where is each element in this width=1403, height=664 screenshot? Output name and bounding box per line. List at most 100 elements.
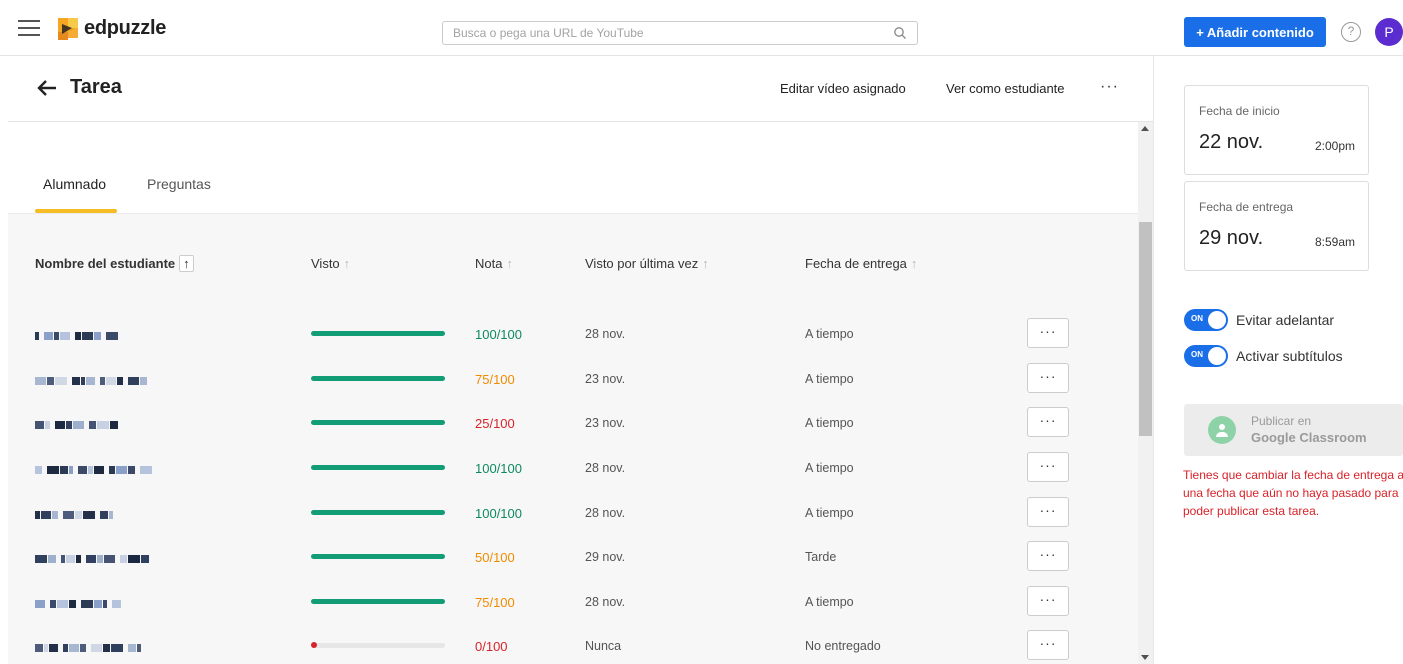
student-name-redacted[interactable] (35, 511, 114, 519)
due-date-card[interactable]: Fecha de entrega 29 nov. 8:59am (1184, 181, 1369, 271)
progress-fill (311, 376, 445, 381)
scroll-thumb[interactable] (1139, 222, 1152, 436)
prevent-skipping-toggle[interactable]: ON (1184, 309, 1228, 331)
due-status-value: A tiempo (805, 595, 854, 609)
add-content-button[interactable]: + Añadir contenido (1184, 17, 1326, 47)
row-more-options-button[interactable]: ··· (1027, 452, 1069, 482)
sort-arrow-icon[interactable]: ↑ (506, 256, 513, 271)
redacted-block (81, 600, 93, 608)
sort-arrow-icon[interactable]: ↑ (344, 256, 351, 271)
col-student-name-label: Nombre del estudiante (35, 256, 176, 271)
tab-bar: Alumnado Preguntas (8, 122, 1138, 214)
grade-value[interactable]: 100/100 (475, 327, 522, 342)
search-icon[interactable] (893, 26, 907, 40)
redacted-block (89, 421, 96, 429)
redacted-block (54, 332, 59, 340)
last-seen-value: 28 nov. (585, 506, 626, 520)
redacted-block (82, 332, 93, 340)
sort-arrow-icon[interactable]: ↑ (702, 256, 709, 271)
row-more-options-button[interactable]: ··· (1027, 586, 1069, 616)
sort-arrow-icon[interactable]: ↑ (911, 256, 918, 271)
due-status-value: A tiempo (805, 506, 854, 520)
watched-progress-bar (311, 554, 445, 559)
start-date-value: 22 nov. (1199, 131, 1264, 153)
redacted-block (117, 377, 123, 385)
redacted-block (140, 466, 152, 474)
subtitles-toggle[interactable]: ON (1184, 345, 1228, 367)
more-options-icon[interactable]: ··· (1100, 78, 1119, 96)
student-view-link[interactable]: Ver como estudiante (946, 81, 1065, 96)
redacted-block (94, 466, 104, 474)
table-row: 25/100 23 nov. A tiempo ··· (8, 407, 1138, 451)
row-more-options-button[interactable]: ··· (1027, 630, 1069, 660)
grade-value[interactable]: 50/100 (475, 550, 515, 565)
grade-value[interactable]: 100/100 (475, 461, 522, 476)
main-content: Tarea Editar vídeo asignado Ver como est… (8, 56, 1153, 664)
redacted-block (76, 555, 81, 563)
hamburger-menu-icon[interactable] (18, 20, 40, 36)
edpuzzle-logo[interactable]: edpuzzle (54, 13, 166, 43)
col-grade[interactable]: Nota ↑ (475, 256, 513, 271)
grade-value[interactable]: 75/100 (475, 372, 515, 387)
tab-questions[interactable]: Preguntas (147, 176, 211, 192)
student-name-redacted[interactable] (35, 644, 142, 652)
col-due-date[interactable]: Fecha de entrega ↑ (805, 256, 917, 271)
students-table: Nombre del estudiante ↑ Visto ↑ Nota ↑ Vist… (8, 214, 1138, 664)
col-last-seen-label: Visto por última vez (585, 256, 699, 271)
scroll-down-arrow-icon[interactable] (1141, 655, 1149, 660)
redacted-block (66, 421, 72, 429)
due-status-value: No entregado (805, 639, 881, 653)
redacted-block (63, 644, 68, 652)
student-name-redacted[interactable] (35, 332, 119, 340)
scrollbar[interactable] (1138, 122, 1153, 664)
student-name-redacted[interactable] (35, 600, 122, 608)
redacted-block (69, 644, 79, 652)
row-more-options-button[interactable]: ··· (1027, 541, 1069, 571)
puzzle-logo-icon (58, 18, 78, 40)
watched-progress-bar (311, 599, 445, 604)
start-date-card[interactable]: Fecha de inicio 22 nov. 2:00pm (1184, 85, 1369, 175)
redacted-block (141, 555, 149, 563)
col-watched[interactable]: Visto ↑ (311, 256, 350, 271)
col-last-seen[interactable]: Visto por última vez ↑ (585, 256, 709, 271)
last-seen-value: 28 nov. (585, 327, 626, 341)
gc-line1: Publicar en (1251, 414, 1312, 428)
row-more-options-button[interactable]: ··· (1027, 318, 1069, 348)
student-name-redacted[interactable] (35, 555, 154, 563)
redacted-block (140, 377, 147, 385)
row-more-options-button[interactable]: ··· (1027, 497, 1069, 527)
grade-value[interactable]: 0/100 (475, 639, 508, 654)
col-student-name[interactable]: Nombre del estudiante ↑ (35, 255, 194, 272)
scroll-up-arrow-icon[interactable] (1141, 126, 1149, 131)
redacted-block (75, 511, 82, 519)
tab-students[interactable]: Alumnado (43, 176, 106, 192)
row-more-options-button[interactable]: ··· (1027, 407, 1069, 437)
student-name-redacted[interactable] (35, 421, 123, 429)
watched-progress-bar (311, 331, 445, 336)
redacted-block (72, 377, 80, 385)
help-icon[interactable]: ? (1341, 22, 1361, 42)
prevent-skipping-row: ON Evitar adelantar (1184, 309, 1334, 331)
last-seen-value: 23 nov. (585, 372, 626, 386)
logo-text: edpuzzle (84, 16, 167, 39)
last-seen-value: 28 nov. (585, 461, 626, 475)
gc-line2: Google Classroom (1251, 430, 1367, 445)
last-seen-value: Nunca (585, 639, 622, 653)
publish-google-classroom-button[interactable]: Publicar en Google Classroom (1184, 404, 1403, 456)
back-arrow-icon[interactable] (36, 78, 58, 98)
edit-video-link[interactable]: Editar vídeo asignado (780, 81, 906, 96)
grade-value[interactable]: 100/100 (475, 506, 522, 521)
row-more-options-button[interactable]: ··· (1027, 363, 1069, 393)
grade-value[interactable]: 75/100 (475, 595, 515, 610)
user-avatar[interactable]: P (1375, 18, 1403, 46)
last-seen-value: 29 nov. (585, 550, 626, 564)
due-date-label: Fecha de entrega (1199, 200, 1294, 214)
col-watched-label: Visto (311, 256, 340, 271)
grade-value[interactable]: 25/100 (475, 416, 515, 431)
progress-fill (311, 599, 445, 604)
student-name-redacted[interactable] (35, 466, 153, 474)
sort-arrow-icon[interactable]: ↑ (179, 255, 194, 272)
student-name-redacted[interactable] (35, 377, 148, 385)
table-row: 0/100 Nunca No entregado ··· (8, 630, 1138, 664)
search-input[interactable] (443, 22, 883, 44)
